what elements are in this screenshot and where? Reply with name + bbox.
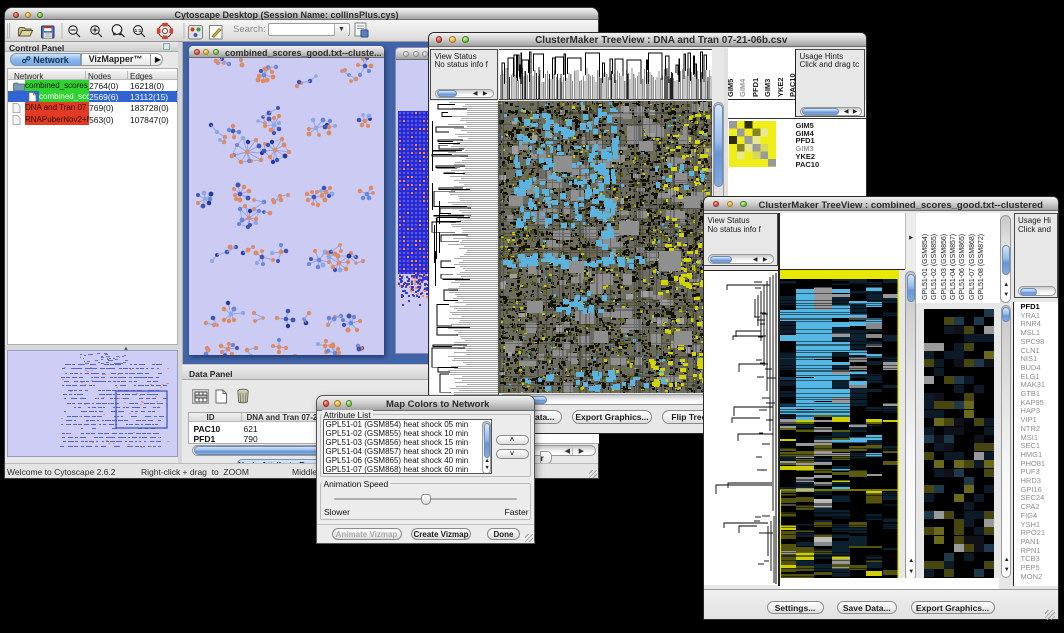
svg-text:1:1: 1:1 — [135, 27, 142, 32]
